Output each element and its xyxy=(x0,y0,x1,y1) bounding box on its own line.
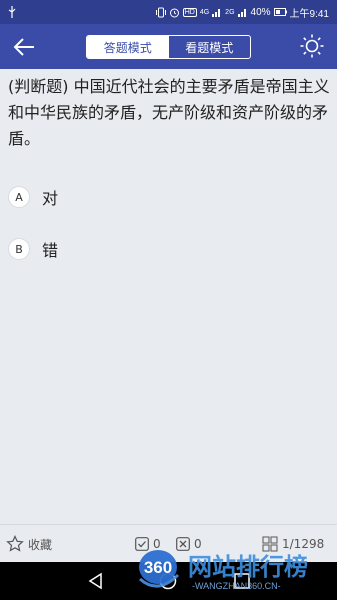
signal-icon-2 xyxy=(237,7,248,17)
tab-review-mode[interactable]: 看题模式 xyxy=(169,36,251,58)
vibrate-icon xyxy=(155,7,166,18)
favorite-button[interactable]: 收藏 xyxy=(6,525,52,563)
watermark-subtitle: -WANGZHAN360.CN- xyxy=(192,581,281,591)
favorite-label: 收藏 xyxy=(28,537,53,552)
arrow-left-icon xyxy=(13,38,34,56)
battery-percent: 40% xyxy=(250,6,271,18)
watermark-logo: 360 网站排行榜 -WANGZHAN360.CN- xyxy=(139,550,308,591)
network-2g-label: 2G xyxy=(225,8,235,16)
back-button[interactable] xyxy=(12,34,38,60)
signal-icon xyxy=(212,7,222,17)
network-4g-label: 4G xyxy=(199,8,210,16)
star-icon xyxy=(6,535,24,552)
hd-badge: HD xyxy=(182,7,197,17)
option-a-text: 对 xyxy=(42,189,59,208)
mode-toggle: 答题模式 看题模式 xyxy=(86,35,251,59)
option-b[interactable]: B 错 xyxy=(8,235,328,263)
status-time: 上午9:41 xyxy=(289,8,329,20)
tab-answer-mode[interactable]: 答题模式 xyxy=(87,36,169,58)
alarm-icon xyxy=(169,7,180,18)
option-a-letter: A xyxy=(8,186,30,208)
question-text: (判断题) 中国近代社会的主要矛盾是帝国主义和中华民族的矛盾，无产阶级和资产阶级… xyxy=(8,77,330,148)
watermark-title: 网站排行榜 xyxy=(188,553,308,581)
battery-icon xyxy=(273,8,287,16)
triangle-back-icon xyxy=(88,572,102,590)
usb-icon xyxy=(8,6,16,18)
option-b-text: 错 xyxy=(42,241,59,260)
sun-icon xyxy=(300,34,324,58)
option-b-letter: B xyxy=(8,238,30,260)
app-bar: 答题模式 看题模式 xyxy=(0,24,337,69)
option-a[interactable]: A 对 xyxy=(8,183,328,211)
nav-back-button[interactable] xyxy=(86,571,106,591)
watermark-360-text: 360 xyxy=(144,558,172,577)
brightness-button[interactable] xyxy=(299,33,325,59)
status-bar: HD 4G 2G 40% 上午9:41 xyxy=(0,0,337,24)
